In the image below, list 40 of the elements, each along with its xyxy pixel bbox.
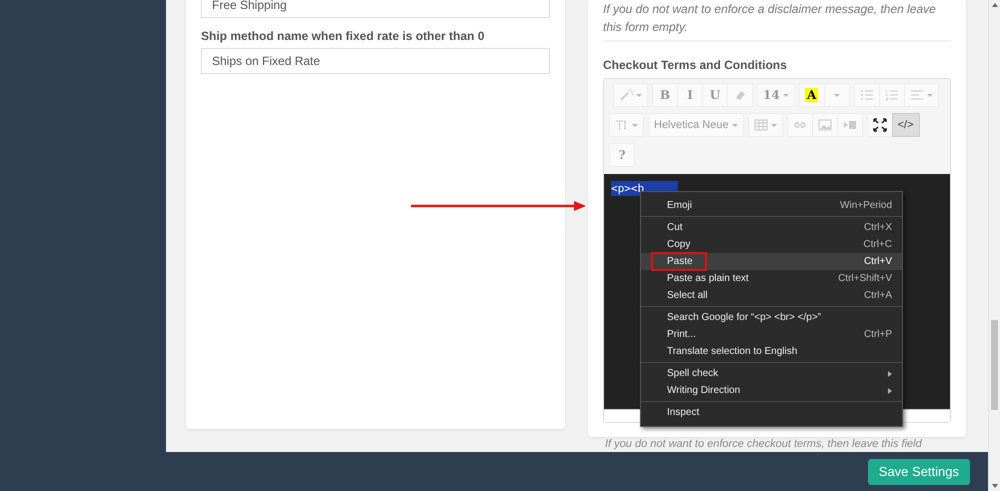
fullscreen-icon <box>872 118 887 132</box>
align-icon <box>910 88 924 102</box>
eraser-icon <box>733 88 747 102</box>
input-field[interactable]: Ships on Fixed Rate <box>201 48 550 74</box>
magic-wand-icon <box>619 88 633 102</box>
bullet-list-icon <box>860 88 874 102</box>
table-icon <box>754 118 768 132</box>
menu-item[interactable]: Emoji Win+Period <box>641 197 902 214</box>
menu-item[interactable]: Print... Ctrl+P <box>641 326 902 343</box>
field-label: Checkout Terms and Conditions <box>603 58 788 72</box>
menu-item[interactable]: Copy Ctrl+C <box>641 236 902 253</box>
menu-item[interactable]: Inspect <box>641 404 902 421</box>
line-height-icon <box>615 118 629 132</box>
shortcut-text: Ctrl+A <box>864 290 892 301</box>
shortcut-text: Win+Period <box>840 200 892 211</box>
menu-item[interactable]: Select all Ctrl+A <box>641 287 902 304</box>
video-icon <box>842 118 857 132</box>
fullscreen-button[interactable] <box>866 113 893 137</box>
toolbar-button[interactable]: </> <box>892 113 920 137</box>
menu-item[interactable]: Cut Ctrl+X <box>641 219 902 236</box>
caret-icon <box>834 94 840 96</box>
shortcut-text: Ctrl+V <box>864 256 892 267</box>
menu-item[interactable]: Paste Ctrl+V <box>641 253 902 270</box>
menu-item[interactable]: Search Google for “<p> <br> </p>” <box>641 309 902 326</box>
shortcut-text: Ctrl+X <box>864 222 892 233</box>
shortcut-text: Ctrl+Shift+V <box>838 273 892 284</box>
menu-item[interactable]: Writing Direction <box>641 382 902 399</box>
scrollbar[interactable] <box>988 0 1000 491</box>
menu-item[interactable]: Paste as plain text Ctrl+Shift+V <box>641 270 902 287</box>
menu-item[interactable]: Translate selection to English <box>641 343 902 360</box>
shortcut-text: Ctrl+C <box>863 239 892 250</box>
hint-text: If you do not want to enforce a disclaimer message, then leave this form empty. <box>603 1 937 36</box>
shortcut-text: Ctrl+P <box>864 329 892 340</box>
hint-text: If you do not want to enforce checkout terms, then leave this field <box>604 437 923 451</box>
numbered-list-icon <box>884 88 899 102</box>
input-field[interactable]: Free Shipping <box>201 0 550 18</box>
image-icon <box>818 118 832 132</box>
menu-item[interactable]: Spell check <box>641 365 902 382</box>
font-color-button[interactable]: A <box>798 83 825 107</box>
field-label: Ship method name when fixed rate is other than 0 <box>201 29 486 43</box>
